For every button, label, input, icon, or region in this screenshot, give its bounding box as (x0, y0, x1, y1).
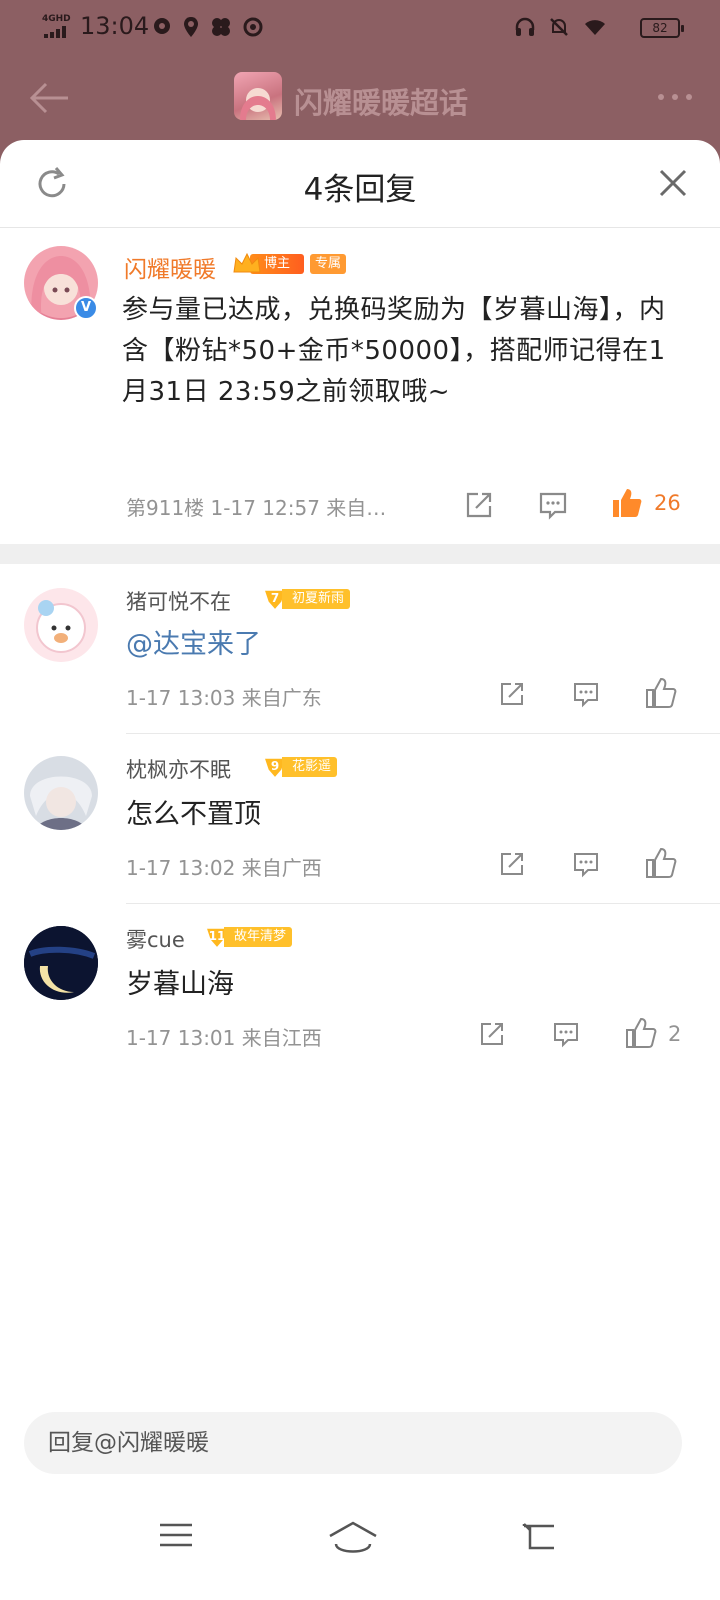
system-nav-bar (0, 1488, 720, 1600)
menu-icon[interactable] (158, 1520, 194, 1550)
like-count: 26 (654, 491, 681, 515)
weibo-notification-icon (243, 17, 263, 37)
app-notification-icon (154, 18, 170, 34)
anime-girl-avatar-image (240, 88, 276, 120)
comment-icon[interactable] (572, 680, 600, 708)
headphone-icon (515, 17, 535, 36)
comment-icon[interactable] (552, 1020, 580, 1048)
status-time: 13:04 (80, 12, 150, 40)
page-title: 闪耀暖暖超话 (294, 86, 469, 120)
share-icon[interactable] (498, 680, 526, 708)
back-icon[interactable] (520, 1520, 556, 1550)
reply-text: 岁暮山海 (126, 969, 234, 1000)
reply-text[interactable]: @达宝来了 (126, 622, 261, 661)
anime-boy-avatar-image (30, 776, 92, 830)
back-arrow-icon[interactable] (28, 80, 70, 116)
section-divider (0, 544, 720, 564)
network-indicator: 4GHD (42, 14, 74, 40)
signal-icon (44, 26, 66, 38)
cartoon-sheep-avatar-image (36, 600, 86, 653)
mute-bell-icon (550, 18, 568, 36)
network-label: 4GHD (42, 14, 71, 24)
reply-meta: 1-17 13:03 来自广东 (126, 686, 322, 710)
battery-indicator: 82 (640, 18, 684, 38)
close-icon[interactable] (658, 168, 688, 198)
verified-badge-icon: V (74, 296, 98, 320)
supertopic-avatar (234, 72, 282, 120)
reply-author[interactable]: 猪可悦不在 (126, 586, 231, 616)
comment-text: 参与量已达成，兑换码奖励为【岁暮山海】，内含【粉钻*50+金币*50000】，搭… (122, 295, 666, 407)
more-options-icon[interactable] (658, 94, 692, 100)
like-icon[interactable] (644, 676, 678, 710)
reply-meta: 1-17 13:01 来自江西 (126, 1026, 322, 1050)
reply-author[interactable]: 雾cue (126, 924, 185, 954)
share-icon[interactable] (498, 850, 526, 878)
comment-meta: 第911楼 1-17 12:57 来自… (126, 496, 387, 520)
crescent-moon-avatar-image (24, 926, 98, 1000)
status-bar: 4GHD 13:04 82 (0, 0, 720, 56)
share-icon[interactable] (478, 1020, 506, 1048)
notification-icons (152, 16, 264, 38)
crown-icon (233, 252, 261, 273)
home-icon[interactable] (328, 1520, 378, 1554)
comment-icon[interactable] (572, 850, 600, 878)
main-comment: V 闪耀暖暖 博主 专属 参与量已达成，兑换码奖励为【岁暮山海】，内含【粉钻*5… (0, 228, 720, 544)
reply-item: 枕枫亦不眠 9 花影遥 怎么不置顶 1-17 13:02 来自广西 (0, 734, 720, 904)
reply-meta: 1-17 13:02 来自广西 (126, 856, 322, 880)
reply-avatar[interactable] (24, 926, 98, 1000)
fan-badge-label: 故年清梦 (224, 927, 293, 947)
reply-avatar[interactable] (24, 756, 98, 830)
reply-input[interactable]: 回复@闪耀暖暖 (24, 1412, 682, 1474)
replies-sheet: 4条回复 V 闪耀暖暖 博主 专属 参与量已达成，兑换码奖励为【岁暮山海】，内含… (0, 140, 720, 1600)
like-icon[interactable] (610, 486, 644, 520)
reply-avatar[interactable] (24, 588, 98, 662)
location-icon (184, 17, 198, 37)
author-name[interactable]: 闪耀暖暖 (124, 250, 216, 284)
reply-item: 雾cue 11 故年清梦 岁暮山海 1-17 13:01 来自江西 2 (0, 904, 720, 1074)
like-icon[interactable] (644, 846, 678, 880)
wifi-icon (585, 20, 605, 35)
pinwheel-icon (212, 18, 230, 36)
fan-badge-label: 花影遥 (282, 757, 338, 777)
like-icon[interactable] (624, 1016, 658, 1050)
like-count: 2 (668, 1022, 682, 1046)
sheet-header: 4条回复 (0, 140, 720, 228)
exclusive-tag: 专属 (310, 254, 347, 274)
reply-author[interactable]: 枕枫亦不眠 (126, 754, 231, 784)
blogger-badge: 博主 (232, 252, 304, 276)
reply-text: 怎么不置顶 (126, 799, 261, 830)
fan-badge-label: 初夏新雨 (282, 589, 351, 609)
sheet-title: 4条回复 (303, 172, 417, 208)
comment-icon[interactable] (538, 490, 568, 520)
reply-item: 猪可悦不在 7 初夏新雨 @达宝来了 1-17 13:03 来自广东 (0, 564, 720, 734)
share-icon[interactable] (464, 490, 494, 520)
